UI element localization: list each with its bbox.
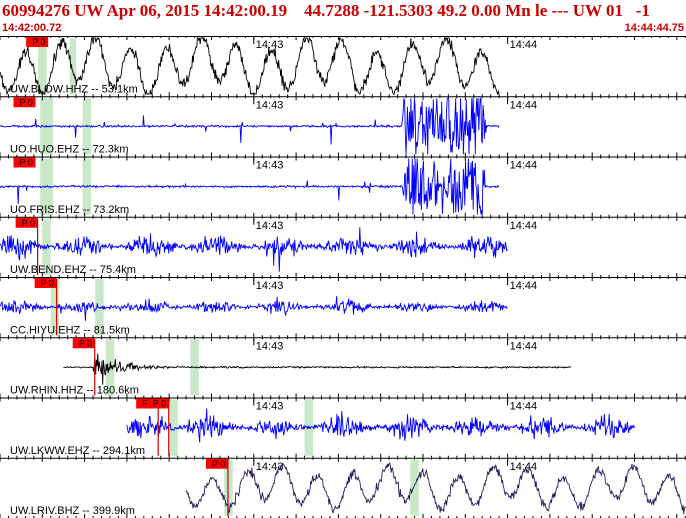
trace-station-label: UO.HUO.EHZ -- 72.3km [10, 144, 129, 156]
pick-label: P 0 [79, 338, 92, 348]
pick-label: P 0 [153, 399, 166, 409]
minute-label: 14:43 [256, 220, 284, 232]
minute-label: 14:43 [256, 461, 284, 473]
event-title: 60994276 UW Apr 06, 2015 14:42:00.19 44.… [2, 1, 650, 20]
minute-label: 14:44 [510, 160, 538, 172]
window-start-time: 14:42:00.72 [2, 22, 62, 34]
trace-station-label: UW.LKWW.EHZ -- 294.1km [10, 445, 145, 457]
event-header: 60994276 UW Apr 06, 2015 14:42:00.19 44.… [0, 0, 686, 36]
waveform-trace[interactable] [63, 353, 572, 385]
minute-label: 14:43 [256, 160, 284, 172]
trace-station-label: UO.FRIS.EHZ -- 73.2km [10, 204, 129, 216]
pick-label: P 0 [19, 97, 32, 107]
minute-label: 14:43 [256, 39, 284, 51]
pick-label: P 0 [41, 278, 54, 288]
minute-label: 14:44 [510, 99, 538, 111]
seismogram-traces[interactable]: 14:43 14:44 P 0 UW.BLOW.HHZ -- 53.1km 14:43 1… [0, 36, 686, 518]
trace-station-label: UW.BEND.EHZ -- 75.4km [10, 264, 136, 276]
trace-station-label: UW.BLOW.HHZ -- 53.1km [10, 83, 138, 95]
minute-label: 14:44 [510, 39, 538, 51]
trace-station-label: UW.RHIN.HHZ -- 180.6km [10, 385, 139, 397]
seismogram-panel[interactable]: 14:43 14:44 P 0 UW.BLOW.HHZ -- 53.1km 14:43 1… [0, 36, 686, 518]
minute-label: 14:43 [256, 401, 284, 413]
waveform-trace[interactable] [0, 296, 508, 321]
minute-label: 14:43 [256, 280, 284, 292]
trace-station-label: UW.LRIV.BHZ -- 399.9km [10, 505, 135, 517]
minute-label: 14:43 [256, 99, 284, 111]
pick-label: P 0 [212, 459, 225, 469]
pick-label: P 0 [22, 218, 35, 228]
window-end-time: 14:44:44.75 [624, 22, 684, 34]
waveform-trace[interactable] [126, 408, 635, 443]
minute-label: 14:44 [510, 340, 538, 352]
minute-label: 14:43 [256, 340, 284, 352]
trace-station-label: CC.HIYU.EHZ -- 81.5km [10, 324, 130, 336]
minute-label: 14:44 [510, 220, 538, 232]
minute-label: 14:44 [510, 401, 538, 413]
minute-label: 14:44 [510, 280, 538, 292]
pick-label: P 0 [19, 158, 32, 168]
theoretical-arrival-band [410, 459, 419, 516]
pick-label: P 0 [32, 37, 45, 47]
